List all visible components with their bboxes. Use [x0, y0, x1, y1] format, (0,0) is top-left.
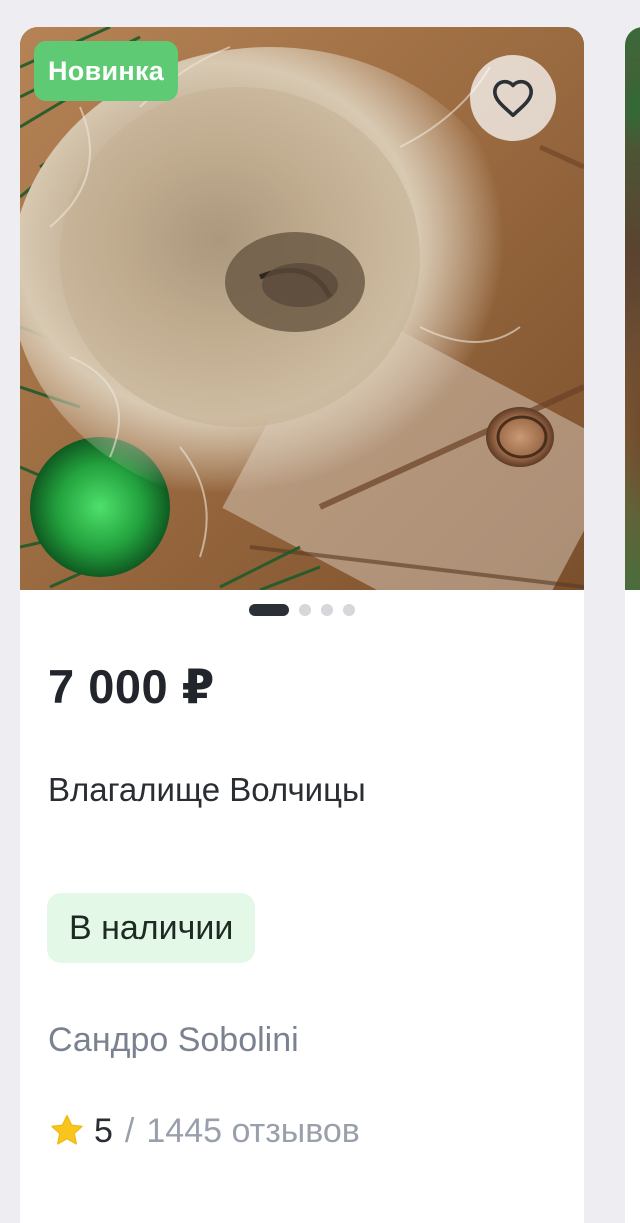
rating-separator: /: [124, 1111, 135, 1150]
gallery-pagination[interactable]: [20, 603, 584, 617]
favorite-button[interactable]: [470, 55, 556, 141]
rating-score: 5: [94, 1111, 113, 1150]
stock-status-badge: В наличии: [47, 893, 256, 963]
product-title[interactable]: Влагалище Волчицы: [48, 771, 366, 809]
star-icon: [51, 1114, 83, 1145]
heart-outline-icon: [493, 79, 534, 118]
next-product-card[interactable]: [625, 27, 640, 1223]
product-price: 7 000 ₽: [48, 660, 215, 713]
gallery-dot-2[interactable]: [299, 604, 311, 616]
gallery-dot-4[interactable]: [343, 604, 355, 616]
seller-name[interactable]: Сандро Sobolini: [48, 1021, 299, 1060]
reviews-count[interactable]: 1445 отзывов: [146, 1112, 360, 1151]
gallery-dot-3[interactable]: [321, 604, 333, 616]
rating-summary[interactable]: 5 / 1445 отзывов: [48, 1109, 360, 1153]
product-card[interactable]: Новинка 7 000 ₽ Влагалище Волчицы В нали…: [20, 27, 584, 1223]
product-feed: Новинка 7 000 ₽ Влагалище Волчицы В нали…: [0, 0, 640, 1223]
gallery-dot-1[interactable]: [249, 604, 289, 616]
product-photo[interactable]: Новинка: [20, 27, 584, 590]
next-product-photo: [625, 27, 640, 590]
new-badge: Новинка: [34, 41, 179, 101]
